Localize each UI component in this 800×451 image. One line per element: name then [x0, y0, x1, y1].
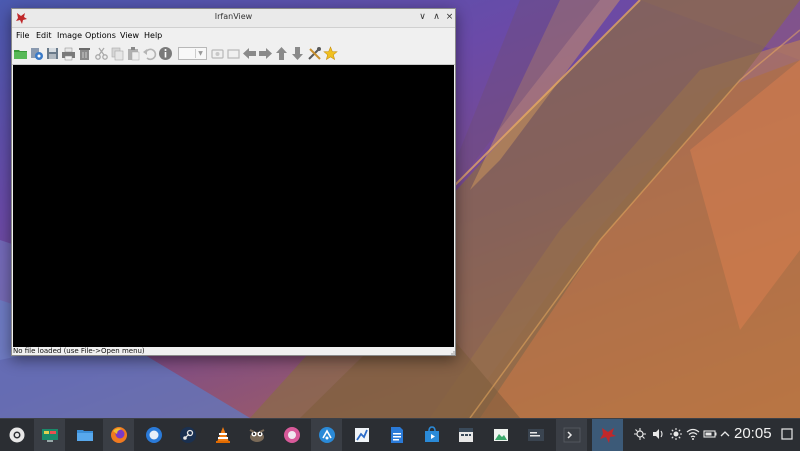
title-bar[interactable]: IrfanView ∨ ∧ ×: [12, 9, 455, 28]
system-monitor-icon: [41, 429, 58, 442]
previous-icon[interactable]: [242, 46, 257, 61]
first-icon[interactable]: [274, 46, 289, 61]
open-folder-icon[interactable]: [13, 46, 28, 61]
irfanview[interactable]: [592, 419, 623, 451]
gimp-icon: [249, 429, 264, 442]
kalendar[interactable]: [450, 419, 481, 451]
image-canvas[interactable]: [13, 65, 454, 347]
fullscreen-icon[interactable]: [226, 46, 241, 61]
steam[interactable]: [172, 419, 203, 451]
menu-file[interactable]: File: [16, 31, 29, 40]
calendar-icon: [458, 428, 473, 442]
thunderbird-icon: [145, 427, 162, 443]
status-text: No file loaded (use File->Open menu): [13, 347, 145, 355]
volume-icon[interactable]: [651, 427, 665, 441]
firefox[interactable]: [103, 419, 134, 451]
irfanview-window: IrfanView ∨ ∧ × File Edit Image Options …: [11, 8, 456, 356]
zoom-combo[interactable]: ▼: [178, 47, 207, 60]
store-icon: [424, 426, 439, 442]
brightness-icon[interactable]: [669, 427, 683, 441]
store[interactable]: [416, 419, 447, 451]
network-icon[interactable]: [633, 427, 647, 441]
info-icon[interactable]: [158, 46, 173, 61]
paste-icon[interactable]: [126, 46, 141, 61]
show-desktop-icon[interactable]: [780, 427, 794, 441]
vlc[interactable]: [207, 419, 238, 451]
delete-icon[interactable]: [77, 46, 92, 61]
application-launcher[interactable]: [1, 419, 32, 451]
next-icon[interactable]: [258, 46, 273, 61]
menu-bar: File Edit Image Options View Help: [12, 28, 455, 44]
libreoffice-writer[interactable]: [381, 419, 412, 451]
podcast-app[interactable]: [276, 419, 307, 451]
clock[interactable]: 20:05: [734, 425, 772, 442]
image-viewer-icon: [493, 429, 508, 441]
launcher-icon: [9, 427, 24, 443]
menu-edit[interactable]: Edit: [36, 31, 52, 40]
undo-icon[interactable]: [142, 46, 157, 61]
image-viewer[interactable]: [485, 419, 516, 451]
file-manager[interactable]: [69, 419, 100, 451]
chevron-down-icon: ▼: [195, 49, 205, 58]
system-monitor[interactable]: [34, 419, 65, 451]
last-icon[interactable]: [290, 46, 305, 61]
slideshow-icon[interactable]: [210, 46, 225, 61]
podcast-icon: [283, 427, 300, 443]
firefox-icon: [110, 427, 127, 443]
writer-icon: [390, 427, 403, 443]
window-title: IrfanView: [214, 12, 253, 21]
menu-image[interactable]: Image: [57, 31, 82, 40]
settings-icon[interactable]: [307, 46, 322, 61]
minimize-button[interactable]: ∨: [416, 11, 429, 24]
thunderbird[interactable]: [138, 419, 169, 451]
vlc-icon: [215, 427, 230, 443]
taskbar: 20:05: [0, 418, 800, 451]
cut-icon[interactable]: [94, 46, 109, 61]
print-icon[interactable]: [61, 46, 76, 61]
wifi-icon[interactable]: [686, 427, 700, 441]
krita[interactable]: [346, 419, 377, 451]
menu-options[interactable]: Options: [85, 31, 116, 40]
close-button[interactable]: ×: [443, 11, 456, 24]
toolbar: ▼: [12, 44, 455, 65]
terminal-settings[interactable]: [520, 419, 551, 451]
tray-expand-icon[interactable]: [718, 427, 732, 441]
gimp[interactable]: [241, 419, 272, 451]
favorite-icon[interactable]: [323, 46, 338, 61]
krita-icon: [354, 428, 369, 442]
terminal-icon: [563, 427, 580, 443]
irfanview-taskbar-icon: [599, 428, 616, 443]
kde-connect-icon: [318, 427, 335, 443]
folder-icon: [76, 430, 93, 441]
save-icon[interactable]: [45, 46, 60, 61]
menu-help[interactable]: Help: [144, 31, 162, 40]
resize-grip-icon[interactable]: [449, 349, 455, 355]
steam-icon: [179, 427, 196, 443]
status-bar: No file loaded (use File->Open menu): [12, 347, 456, 356]
maximize-button[interactable]: ∧: [430, 11, 443, 24]
terminal-settings-icon: [527, 429, 544, 441]
konsole[interactable]: [556, 419, 587, 451]
copy-icon[interactable]: [110, 46, 125, 61]
menu-view[interactable]: View: [120, 31, 139, 40]
thumbnails-icon[interactable]: [29, 46, 44, 61]
battery-icon[interactable]: [703, 427, 717, 441]
kde-connect[interactable]: [311, 419, 342, 451]
